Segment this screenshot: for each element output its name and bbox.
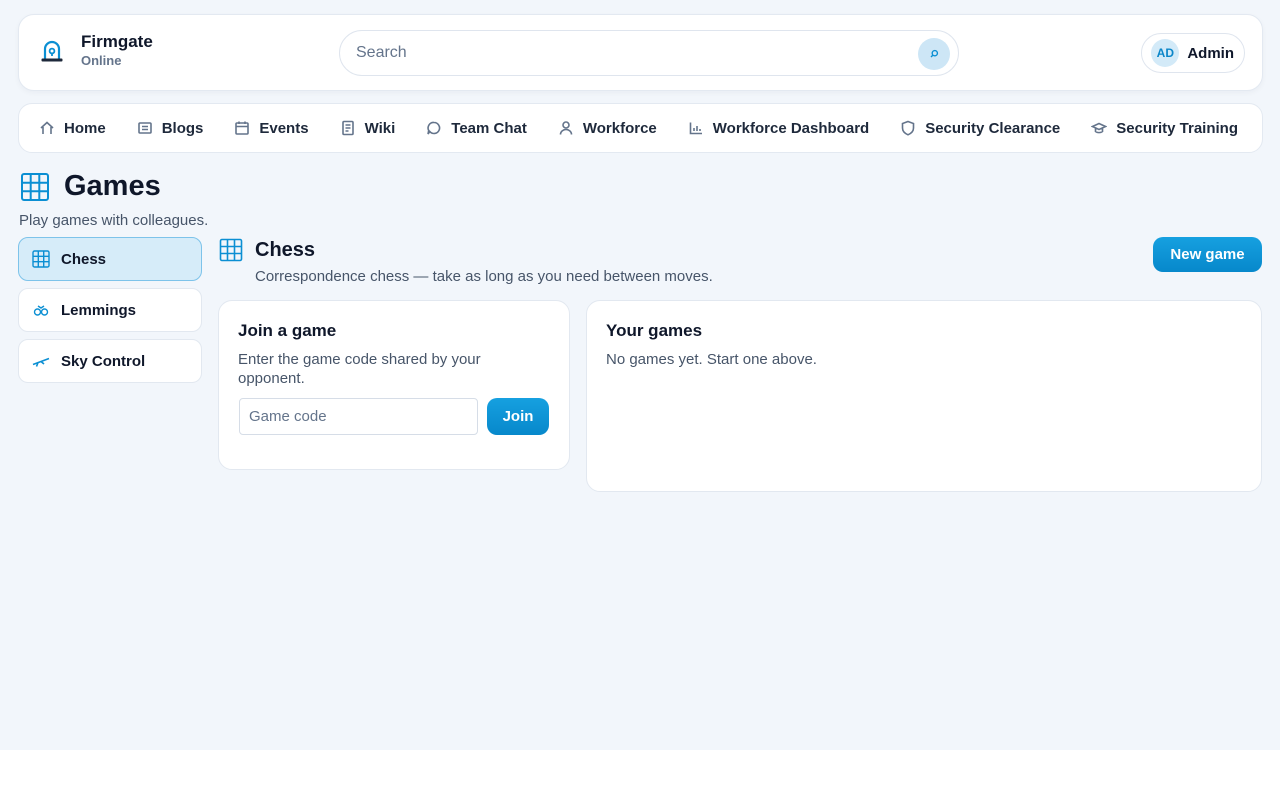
book-icon	[341, 120, 354, 136]
brand-status: Online	[81, 53, 122, 68]
nav-item-label: Security Training	[1116, 119, 1238, 137]
user-menu-button[interactable]: AD Admin	[1141, 33, 1245, 73]
nav-item-team-chat[interactable]: Team Chat	[426, 113, 527, 143]
grid-icon	[21, 172, 49, 201]
section-title: Chess	[255, 238, 316, 261]
nav-item-label: Security Clearance	[925, 119, 1061, 137]
join-card-description: Enter the game code shared by your oppon…	[238, 351, 481, 387]
nav-item-security-training[interactable]: Security Training	[1091, 113, 1238, 143]
join-card-title: Join a game	[238, 321, 337, 340]
shield-icon	[901, 120, 915, 136]
nav-item-wiki[interactable]: Wiki	[340, 113, 396, 143]
page-title: Games	[64, 170, 161, 202]
nav-item-home[interactable]: Home	[39, 113, 106, 143]
brand-text: Firmgate Online	[81, 32, 153, 69]
calendar-icon	[235, 121, 250, 135]
nav-item-label: Team Chat	[451, 119, 527, 137]
nav-item-label: Home	[64, 119, 106, 137]
top-header: Firmgate Online AD Admin	[18, 14, 1263, 91]
your-games-empty-text: No games yet. Start one above.	[606, 351, 817, 368]
nav-item-label: Blogs	[161, 119, 204, 137]
game-item-label: Sky Control	[61, 352, 146, 370]
games-sidebar: Chess Lemmings Sky Control	[18, 237, 202, 390]
game-item-label: Lemmings	[61, 301, 137, 319]
page-header: Games	[20, 170, 161, 203]
nav-item-blogs[interactable]: Blogs	[137, 113, 204, 143]
join-button[interactable]: Join	[487, 398, 549, 435]
search-button[interactable]	[918, 38, 950, 70]
search-icon	[930, 49, 939, 58]
your-games-card: Your games No games yet. Start one above…	[586, 300, 1262, 492]
nav-item-security-clearance[interactable]: Security Clearance	[900, 113, 1060, 143]
game-code-input[interactable]	[239, 398, 478, 435]
page-subtitle: Play games with colleagues.	[19, 212, 209, 229]
user-name: Admin	[1187, 44, 1234, 62]
nav-item-workforce-dashboard[interactable]: Workforce Dashboard	[688, 113, 869, 143]
brand-logo-icon	[41, 40, 63, 61]
home-icon	[40, 121, 54, 134]
brand-name: Firmgate	[81, 32, 153, 51]
join-game-card: Join a game Enter the game code shared b…	[218, 300, 570, 470]
search-input[interactable]	[356, 44, 896, 62]
game-item-chess[interactable]: Chess	[18, 237, 202, 281]
game-item-lemmings[interactable]: Lemmings	[18, 288, 202, 332]
graduation-cap-icon	[1091, 122, 1108, 134]
search-bar	[339, 30, 959, 76]
nav-item-label: Wiki	[364, 119, 396, 137]
bar-chart-icon	[689, 122, 702, 135]
blog-icon	[137, 122, 152, 134]
game-item-label: Chess	[61, 250, 107, 268]
your-games-title: Your games	[606, 321, 703, 340]
nav-item-label: Workforce Dashboard	[712, 119, 870, 137]
chess-board-icon	[32, 250, 50, 268]
new-game-button[interactable]: New game	[1153, 237, 1262, 272]
game-item-sky-control[interactable]: Sky Control	[18, 339, 202, 383]
chess-board-icon	[219, 238, 243, 262]
nav-item-events[interactable]: Events	[234, 113, 309, 143]
nav-item-workforce[interactable]: Workforce	[558, 113, 657, 143]
nav-item-label: Workforce	[582, 119, 657, 137]
brand[interactable]: Firmgate Online	[39, 32, 153, 69]
avatar: AD	[1151, 39, 1180, 67]
chat-icon	[427, 121, 441, 135]
nav-item-label: Events	[259, 119, 309, 137]
main-nav: Home Blogs Events Wiki Team Chat Workfor…	[18, 103, 1263, 153]
section-header: Chess	[219, 238, 315, 262]
lemmings-icon	[33, 305, 49, 316]
airplane-icon	[32, 357, 50, 367]
person-icon	[559, 121, 573, 135]
section-subtitle: Correspondence chess — take as long as y…	[255, 268, 713, 285]
app-root: Firmgate Online AD Admin Home Blog	[0, 0, 1280, 750]
